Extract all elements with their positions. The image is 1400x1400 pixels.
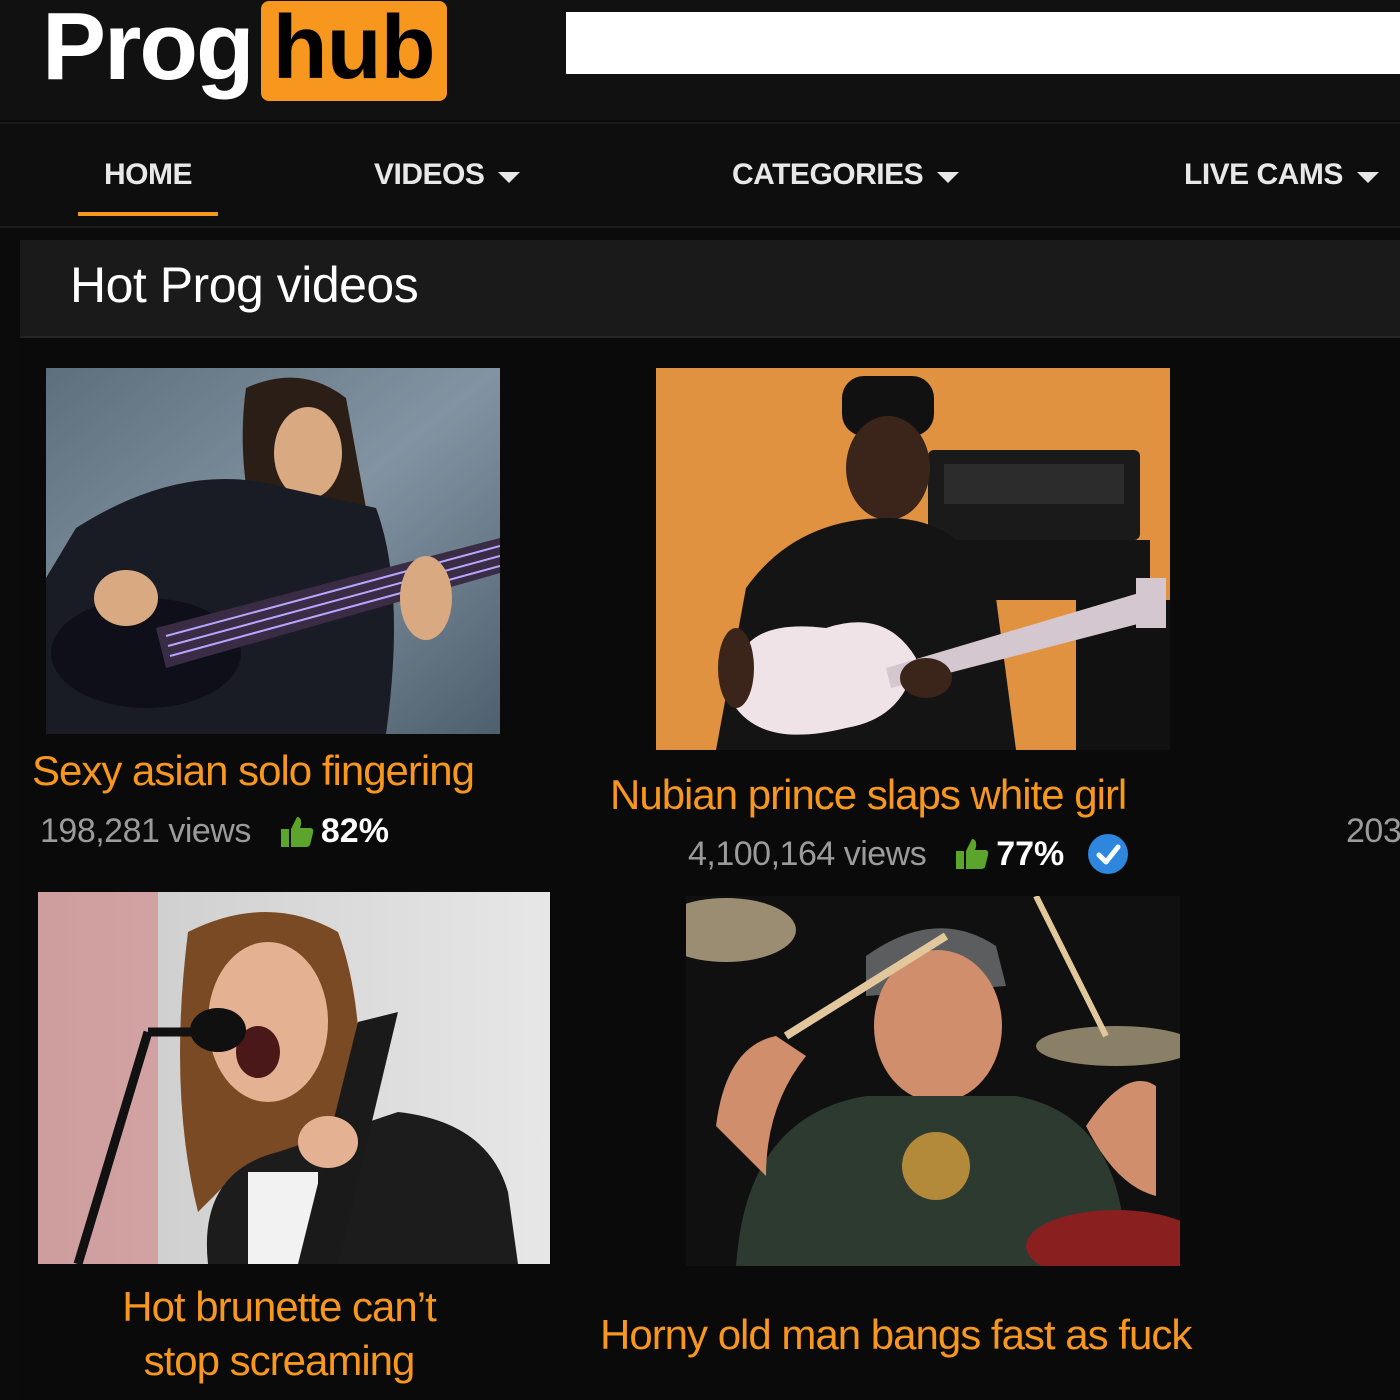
view-count: 4,100,164 views	[688, 834, 927, 873]
nav-item-live-cams[interactable]: LIVE CAMS	[1184, 158, 1379, 192]
video-thumbnail-2[interactable]	[656, 368, 1170, 750]
thumbs-up-icon	[956, 839, 989, 869]
page: Prog hub HOME VIDEOS CATEGORIES LIVE CAM…	[0, 0, 1400, 1400]
nav-item-label: LIVE CAMS	[1184, 158, 1343, 191]
site-logo[interactable]: Prog hub	[42, 0, 447, 115]
video-thumbnail-4[interactable]	[686, 896, 1180, 1266]
nav-item-label: HOME	[104, 158, 193, 191]
chevron-down-icon	[1356, 171, 1379, 183]
video-meta-1: 198,281 views 82%	[40, 812, 389, 851]
guitarist-thumbnail-image	[656, 368, 1170, 750]
chevron-down-icon	[937, 171, 960, 183]
active-tab-indicator	[78, 212, 218, 216]
video-thumbnail-3[interactable]	[38, 892, 550, 1264]
video-title-3[interactable]: Hot brunette can’t stop screaming	[38, 1280, 520, 1388]
nav-item-home[interactable]: HOME	[104, 158, 193, 192]
logo-text-hub: hub	[260, 0, 447, 101]
search-input[interactable]	[566, 12, 1400, 74]
main-nav: HOME VIDEOS CATEGORIES LIVE CAMS	[0, 122, 1400, 228]
drummer-thumbnail-image	[686, 896, 1180, 1266]
rating-percent: 82%	[320, 812, 389, 850]
nav-item-videos[interactable]: VIDEOS	[374, 158, 521, 192]
video-title-4[interactable]: Horny old man bangs fast as fuck	[600, 1308, 1192, 1362]
video-title-1[interactable]: Sexy asian solo fingering	[32, 744, 475, 798]
nav-item-categories[interactable]: CATEGORIES	[732, 158, 960, 192]
view-count: 198,281 views	[40, 812, 251, 850]
video-thumbnail-1[interactable]	[46, 368, 500, 734]
video-title-line: Hot brunette can’t	[122, 1283, 437, 1330]
thumbs-up-icon	[280, 816, 314, 847]
logo-text-prog: Prog	[42, 0, 255, 100]
nav-item-label: VIDEOS	[374, 158, 485, 191]
rating: 77%	[954, 835, 1064, 874]
singer-thumbnail-image	[38, 892, 550, 1264]
video-meta-2: 4,100,164 views 77%	[688, 834, 1129, 874]
nav-item-label: CATEGORIES	[732, 158, 924, 191]
section-header: Hot Prog videos	[20, 240, 1400, 338]
video-title-line: stop screaming	[143, 1337, 416, 1384]
video-title-2[interactable]: Nubian prince slaps white girl	[610, 768, 1127, 822]
section-title: Hot Prog videos	[70, 257, 419, 313]
rating-percent: 77%	[996, 834, 1065, 873]
verified-check-icon	[1088, 834, 1129, 874]
site-header: Prog hub	[0, 0, 1400, 120]
offscreen-view-count: 203	[1346, 812, 1400, 850]
bassist-thumbnail-image	[46, 368, 500, 734]
rating: 82%	[279, 812, 389, 851]
chevron-down-icon	[498, 171, 521, 183]
